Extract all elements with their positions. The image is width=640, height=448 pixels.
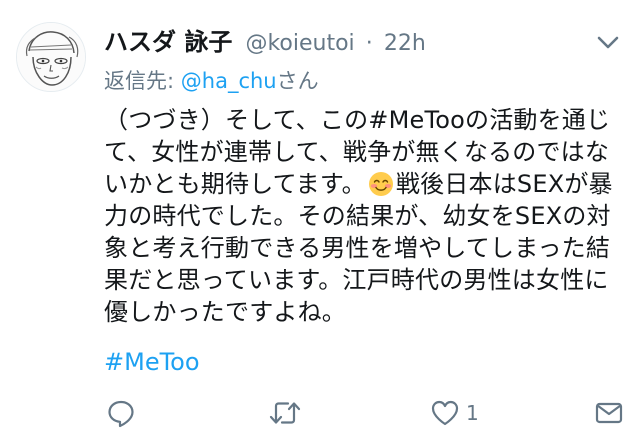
tweet-text-line: て、女性が連帯して、戦争が無くなるのではな	[104, 138, 610, 166]
user-handle[interactable]: @koieutoi	[245, 31, 354, 56]
envelope-icon	[594, 398, 624, 428]
reply-suffix: さん	[276, 69, 319, 93]
retweet-button[interactable]	[268, 393, 302, 433]
tweet-card: ハスダ 詠子 @koieutoi · 22h 返信先: @ha_chuさん （つ…	[0, 0, 640, 448]
tweet-text-line: いかとも期待してます。 戦後日本はSEXが暴	[104, 168, 620, 200]
reply-mention-link[interactable]: @ha_chu	[181, 69, 277, 93]
direct-message-button[interactable]	[594, 393, 624, 433]
tweet-text-line: 果だと思っています。江戸時代の男性は女性に	[104, 266, 609, 294]
display-name[interactable]: ハスダ 詠子	[104, 28, 232, 56]
tweet-text-line: （つづき）そして、この#MeTooの活動を通じ	[104, 106, 611, 134]
heart-icon	[430, 398, 460, 428]
like-button[interactable]: 1	[430, 393, 479, 433]
chevron-down-icon[interactable]	[594, 30, 622, 54]
tweet-header: ハスダ 詠子 @koieutoi · 22h	[104, 24, 580, 63]
reply-context: 返信先: @ha_chuさん	[104, 66, 319, 96]
reply-button[interactable]	[106, 393, 136, 433]
smiling-face-icon	[368, 171, 394, 197]
avatar-drawing-icon	[17, 23, 85, 91]
tweet-actions: 1	[0, 393, 640, 433]
tweet-text-line: 優しかったですよね。	[104, 298, 346, 326]
tweet-text-line: 力の時代でした。その結果が、幼女をSEXの対	[104, 202, 611, 230]
retweet-icon	[268, 398, 302, 428]
hashtag-link[interactable]: #MeToo	[104, 346, 200, 378]
reply-prefix: 返信先:	[104, 69, 181, 93]
tweet-text-segment: 戦後日本はSEXが暴	[395, 170, 613, 198]
avatar[interactable]	[16, 22, 86, 92]
timestamp[interactable]: 22h	[384, 31, 426, 56]
tweet-text: （つづき）そして、この#MeTooの活動を通じ て、女性が連帯して、戦争が無くな…	[104, 104, 620, 328]
like-count: 1	[466, 401, 479, 425]
tweet-text-line: 象と考え行動できる男性を増やしてしまった結	[104, 234, 611, 262]
separator-dot: ·	[365, 31, 373, 56]
tweet-text-segment: いかとも期待してます。	[104, 170, 366, 198]
reply-icon	[106, 398, 136, 428]
